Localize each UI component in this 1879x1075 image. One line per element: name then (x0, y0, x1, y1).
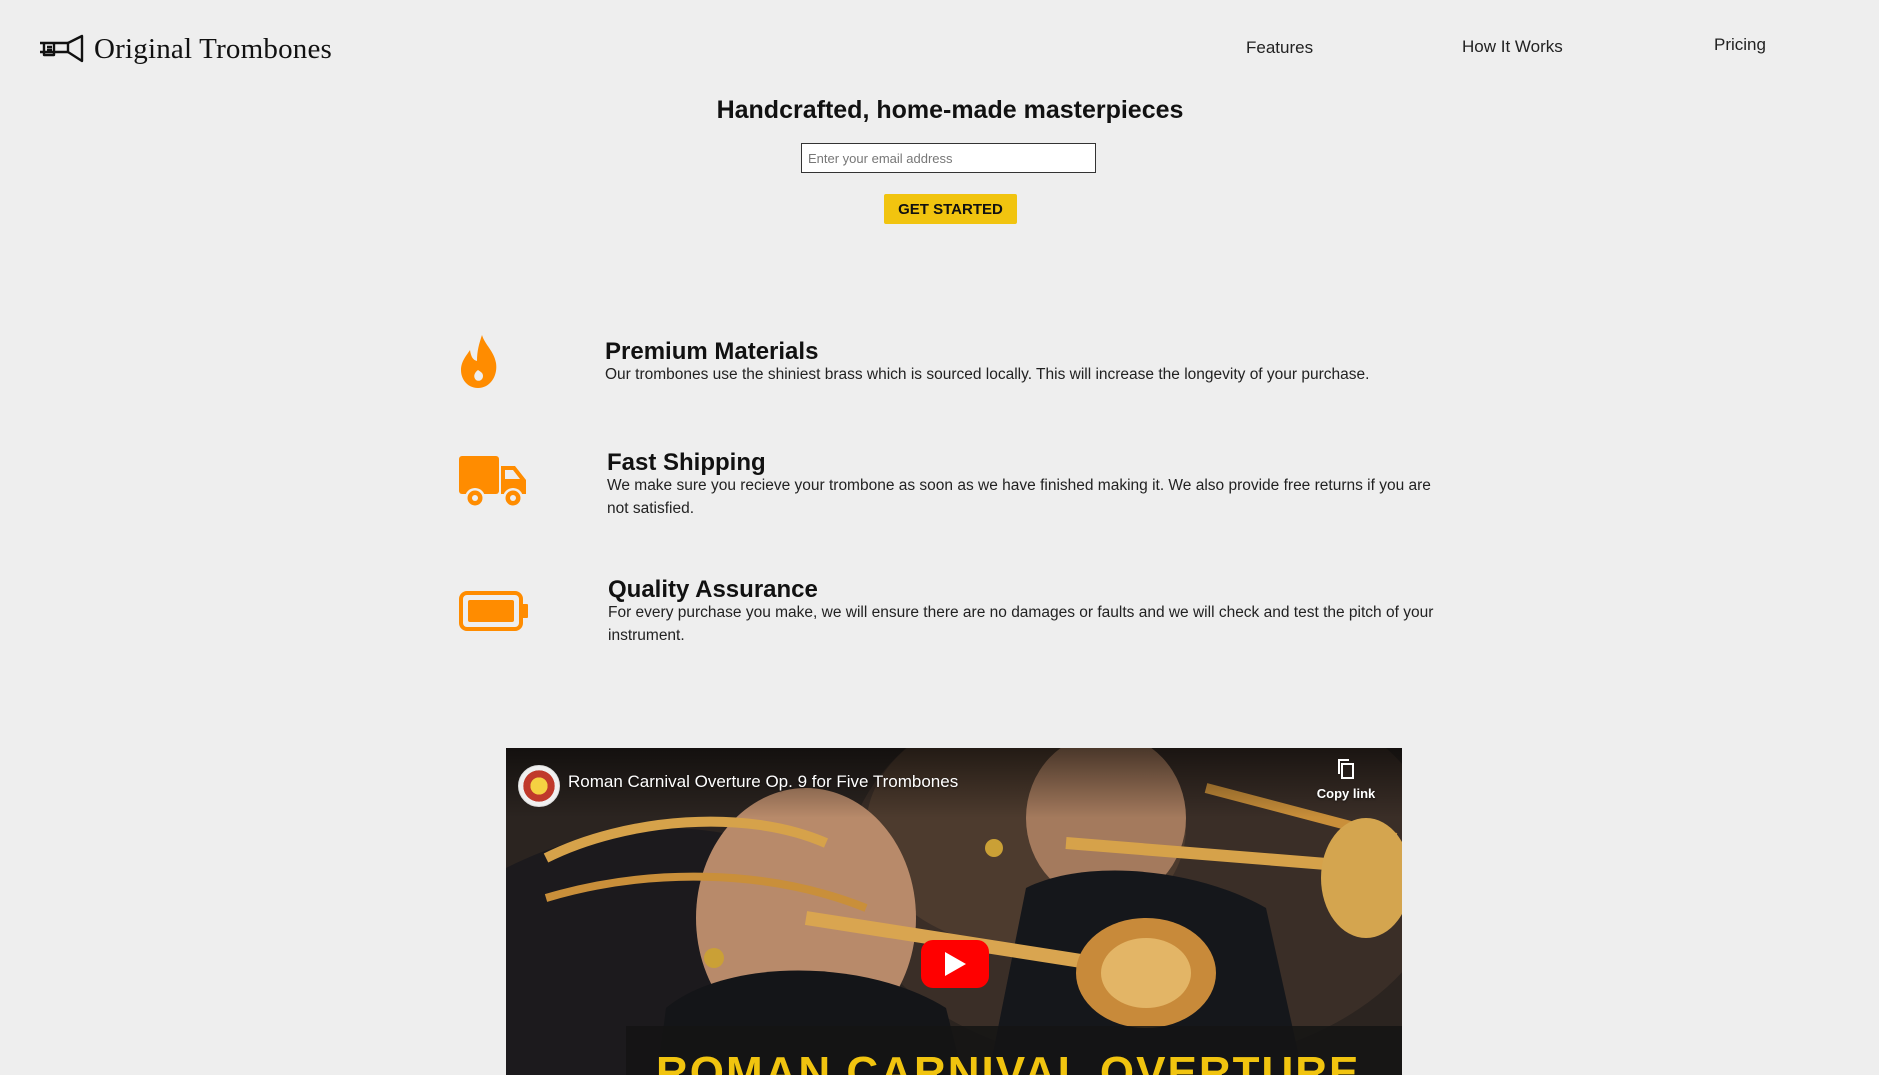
brand-name: Original Trombones (94, 32, 333, 65)
truck-icon (459, 456, 526, 508)
landing-page: Original Trombones Features How It Works… (0, 0, 1879, 1075)
feature-title: Fast Shipping (607, 449, 766, 476)
play-button[interactable] (921, 940, 989, 988)
play-icon (945, 952, 966, 976)
channel-avatar[interactable] (518, 765, 560, 807)
nav-link-features[interactable]: Features (1246, 38, 1313, 58)
nav-link-pricing[interactable]: Pricing (1714, 35, 1766, 55)
hero-title: Handcrafted, home-made masterpieces (716, 96, 1184, 124)
feature-text: We make sure you recieve your trombone a… (607, 477, 1431, 517)
copy-icon (1338, 759, 1354, 779)
email-input[interactable] (801, 143, 1096, 173)
get-started-button[interactable]: GET STARTED (884, 194, 1017, 224)
feature-title: Premium Materials (605, 338, 819, 365)
copy-link-button[interactable]: Copy link (1310, 752, 1382, 822)
feature-text: For every purchase you make, we will ens… (608, 604, 1434, 644)
brand[interactable]: Original Trombones (38, 32, 332, 66)
video-embed[interactable]: Roman Carnival Overture Op. 9 for Five T… (506, 748, 1402, 1075)
copy-link-label: Copy link (1316, 786, 1376, 801)
feature-text: Our trombones use the shiniest brass whi… (605, 366, 1370, 383)
feature-title: Quality Assurance (608, 576, 818, 603)
fire-icon (461, 335, 497, 388)
battery-icon (459, 591, 528, 631)
video-banner-text: ROMAN CARNIVAL OVERTURE (656, 1048, 1361, 1075)
video-title[interactable]: Roman Carnival Overture Op. 9 for Five T… (568, 772, 958, 792)
trombone-icon (40, 34, 84, 63)
nav-link-how-it-works[interactable]: How It Works (1462, 37, 1563, 57)
